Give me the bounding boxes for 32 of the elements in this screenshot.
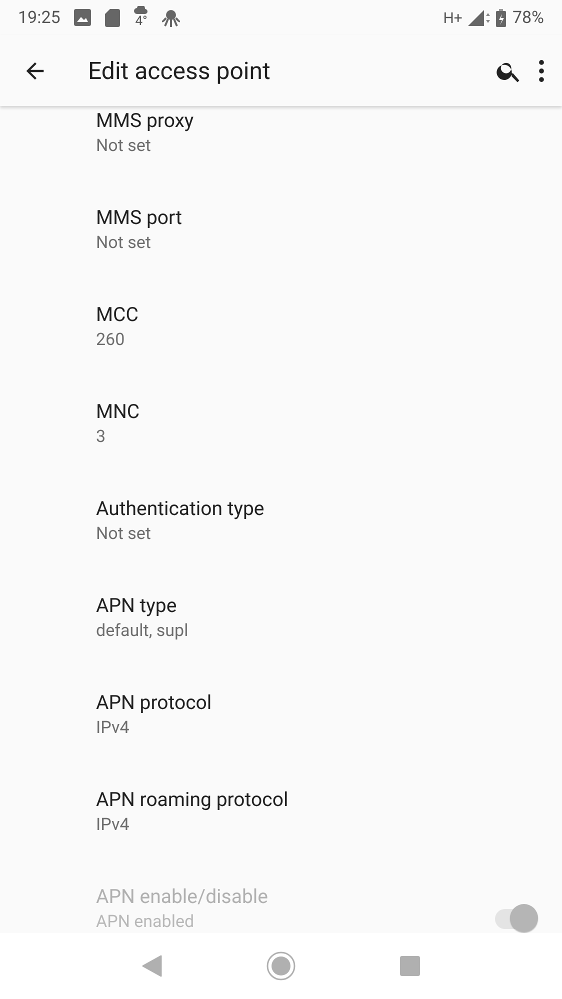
weather-temperature: 4° bbox=[135, 14, 148, 29]
octopus-icon bbox=[162, 8, 180, 26]
battery-percentage: 78% bbox=[512, 8, 544, 28]
setting-title[interactable]: MNC bbox=[96, 399, 140, 425]
setting-value: Not set bbox=[96, 523, 151, 546]
setting-title[interactable]: APN protocol bbox=[96, 690, 212, 716]
setting-value: 260 bbox=[96, 329, 125, 352]
battery-icon bbox=[496, 8, 506, 26]
setting-value: default, supl bbox=[96, 620, 188, 643]
network-type: H+ bbox=[443, 8, 462, 26]
setting-value: Not set bbox=[96, 135, 151, 158]
cloud-icon bbox=[134, 6, 148, 14]
setting-value: IPv4 bbox=[96, 814, 130, 837]
setting-title[interactable]: MCC bbox=[96, 302, 138, 328]
setting-title[interactable]: MMS proxy bbox=[96, 108, 194, 134]
setting-title[interactable]: APN roaming protocol bbox=[96, 787, 288, 813]
signal-icon bbox=[468, 10, 490, 26]
status-time: 19:25 bbox=[18, 8, 60, 28]
image-icon bbox=[74, 9, 92, 26]
setting-value: APN enabled bbox=[96, 911, 194, 933]
setting-title[interactable]: APN type bbox=[96, 593, 177, 619]
sd-card-icon bbox=[105, 8, 120, 26]
triangle-icon bbox=[142, 955, 162, 977]
setting-title[interactable]: MMS port bbox=[96, 205, 182, 231]
setting-value: 3 bbox=[96, 426, 106, 449]
circle-icon bbox=[266, 951, 296, 981]
square-icon bbox=[400, 956, 420, 976]
screen-title: Edit access point bbox=[88, 56, 272, 84]
setting-title[interactable]: Authentication type bbox=[96, 496, 264, 522]
setting-value: IPv4 bbox=[96, 717, 130, 740]
more-icon bbox=[539, 60, 544, 82]
setting-value: Not set bbox=[96, 232, 151, 255]
